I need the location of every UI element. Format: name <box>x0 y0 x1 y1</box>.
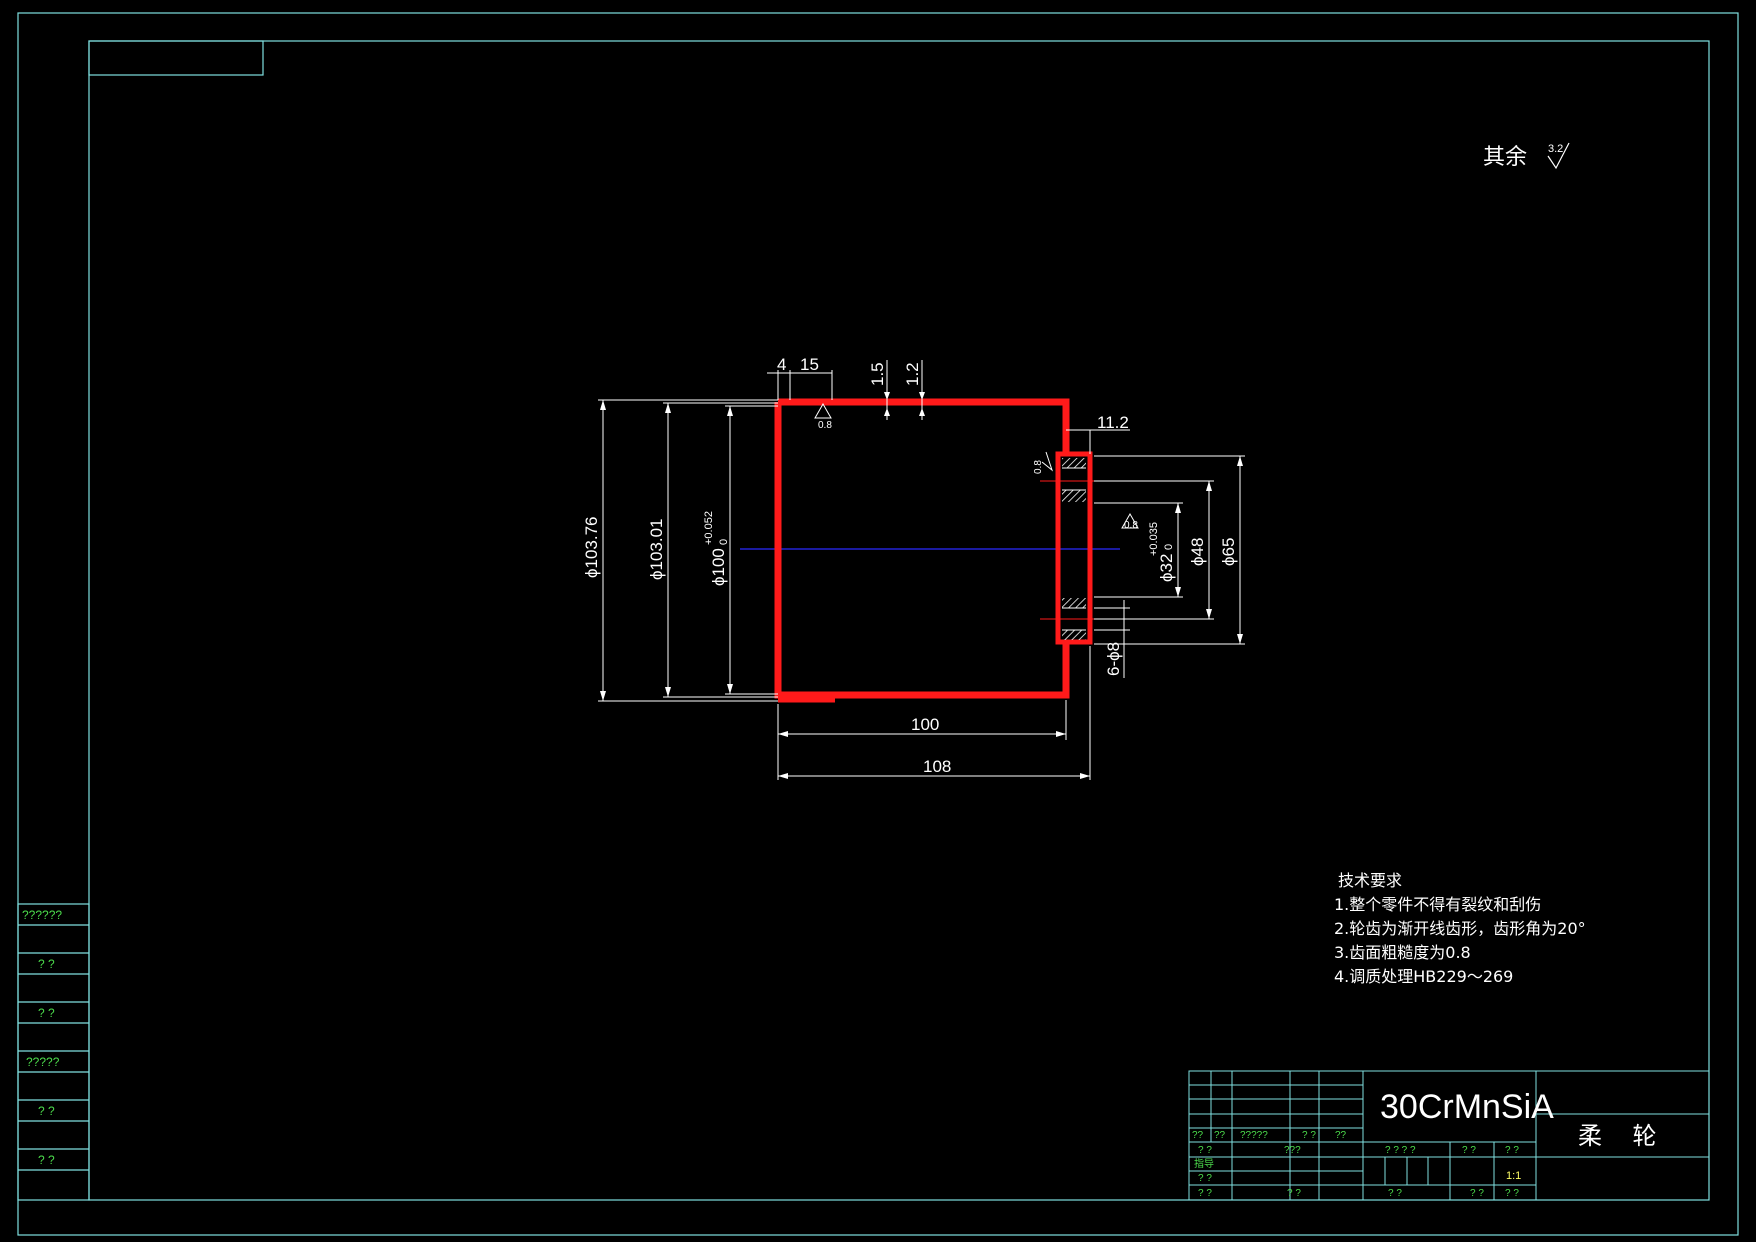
tb-part-name: 柔 轮 <box>1578 1122 1657 1150</box>
tb-bottom-right-1: ? ? <box>1388 1188 1402 1199</box>
dim-length-100: 100 <box>911 715 939 734</box>
tb-header-5: ?? <box>1335 1130 1347 1141</box>
tb-material: 30CrMnSiA <box>1380 1088 1554 1126</box>
roughness-general-value: 3.2 <box>1548 143 1563 155</box>
side-label-6: ? ? <box>38 1153 55 1167</box>
outer-border <box>17 12 1739 1236</box>
dim-dia-103-76: ϕ103.76 <box>582 516 601 578</box>
tb-row-4: ? ? <box>1198 1188 1212 1199</box>
dim-dia-48: ϕ48 <box>1188 538 1207 566</box>
roughness-mark-value-2: 0.8 <box>1124 520 1138 531</box>
dim-length-108: 108 <box>923 757 951 776</box>
top-left-corner-box <box>88 40 264 76</box>
dim-dia-32-tol-upper: +0.035 <box>1148 522 1160 556</box>
dim-dia-100-tol-lower: 0 <box>718 539 730 545</box>
tb-bottom-mid: ? ? <box>1287 1188 1301 1199</box>
tb-scale: 1:1 <box>1506 1170 1521 1182</box>
tb-col-b: ? ? <box>1505 1145 1519 1156</box>
dim-1-2: 1.2 <box>903 362 922 386</box>
tb-row-1: ? ? <box>1198 1145 1212 1156</box>
roughness-general-label: 其余 <box>1483 145 1527 170</box>
drawing-frame <box>17 12 1739 1236</box>
tb-header-4: ? ? <box>1302 1130 1316 1141</box>
dimension-texts: 4 15 1.5 1.2 11.2 ϕ103.76 ϕ103.01 ϕ100 +… <box>582 355 1238 776</box>
tb-row-2: 指导 <box>1194 1157 1214 1170</box>
title-block-texts: ?? ?? ????? ? ? ?? ? ? 指导 ? ? ? ? ??? ? … <box>1192 1130 1519 1199</box>
dim-11-2: 11.2 <box>1097 413 1129 432</box>
tech-item-2: 2.轮齿为渐开线齿形，齿形角为20° <box>1334 919 1586 938</box>
general-roughness: 其余 3.2 <box>1483 142 1570 170</box>
tech-requirements-title: 技术要求 <box>1338 871 1402 890</box>
roughness-mark-value-1: 0.8 <box>818 420 832 431</box>
dim-dia-100: ϕ100 <box>709 548 728 586</box>
side-label-4: ????? <box>26 1055 60 1069</box>
dim-1-5: 1.5 <box>868 362 887 386</box>
dim-dia-32-tol-lower: 0 <box>1163 544 1175 550</box>
dim-dia-65: ϕ65 <box>1219 538 1238 566</box>
tech-item-4: 4.调质处理HB229～269 <box>1334 967 1513 986</box>
cup-flange <box>1055 451 1093 645</box>
inner-border <box>88 40 1710 1201</box>
tech-requirements: 技术要求 1.整个零件不得有裂纹和刮伤 2.轮齿为渐开线齿形，齿形角为20° 3… <box>1334 871 1586 986</box>
tech-item-3: 3.齿面粗糙度为0.8 <box>1334 943 1471 962</box>
side-label-3: ? ? <box>38 1006 55 1020</box>
tb-bottom-right-2: ? ? <box>1470 1188 1484 1199</box>
dim-dia-32: ϕ32 <box>1157 554 1176 582</box>
tb-row-3: ? ? <box>1198 1173 1212 1184</box>
drawing-canvas: ?????? ? ? ? ? ????? ? ? ? ? 其余 3.2 4 15… <box>17 12 1739 1236</box>
tb-weight-label: ? ? ? ? <box>1385 1145 1416 1156</box>
dim-dia-103-01: ϕ103.01 <box>647 518 666 580</box>
tb-col-a: ? ? <box>1462 1145 1476 1156</box>
dim-4: 4 <box>777 355 786 374</box>
side-label-1: ?????? <box>22 908 62 922</box>
side-label-5: ? ? <box>38 1104 55 1118</box>
part-outline <box>774 398 1093 703</box>
tb-bottom-right-3: ? ? <box>1505 1188 1519 1199</box>
dim-holes: 6-ϕ8 <box>1104 642 1123 676</box>
tech-item-1: 1.整个零件不得有裂纹和刮伤 <box>1334 895 1541 914</box>
tb-header-3: ????? <box>1240 1130 1268 1141</box>
tb-header-2: ?? <box>1214 1130 1226 1141</box>
tb-header-1: ?? <box>1192 1130 1204 1141</box>
dim-dia-100-tol-upper: +0.052 <box>703 511 715 545</box>
tb-mid-cell: ??? <box>1284 1145 1301 1156</box>
side-label-2: ? ? <box>38 957 55 971</box>
roughness-mark-value-3: 0.8 <box>1033 460 1044 474</box>
side-strip-labels: ?????? ? ? ? ? ????? ? ? ? ? <box>22 908 62 1167</box>
roughness-mark-icon <box>814 402 832 419</box>
dim-15: 15 <box>800 355 819 374</box>
